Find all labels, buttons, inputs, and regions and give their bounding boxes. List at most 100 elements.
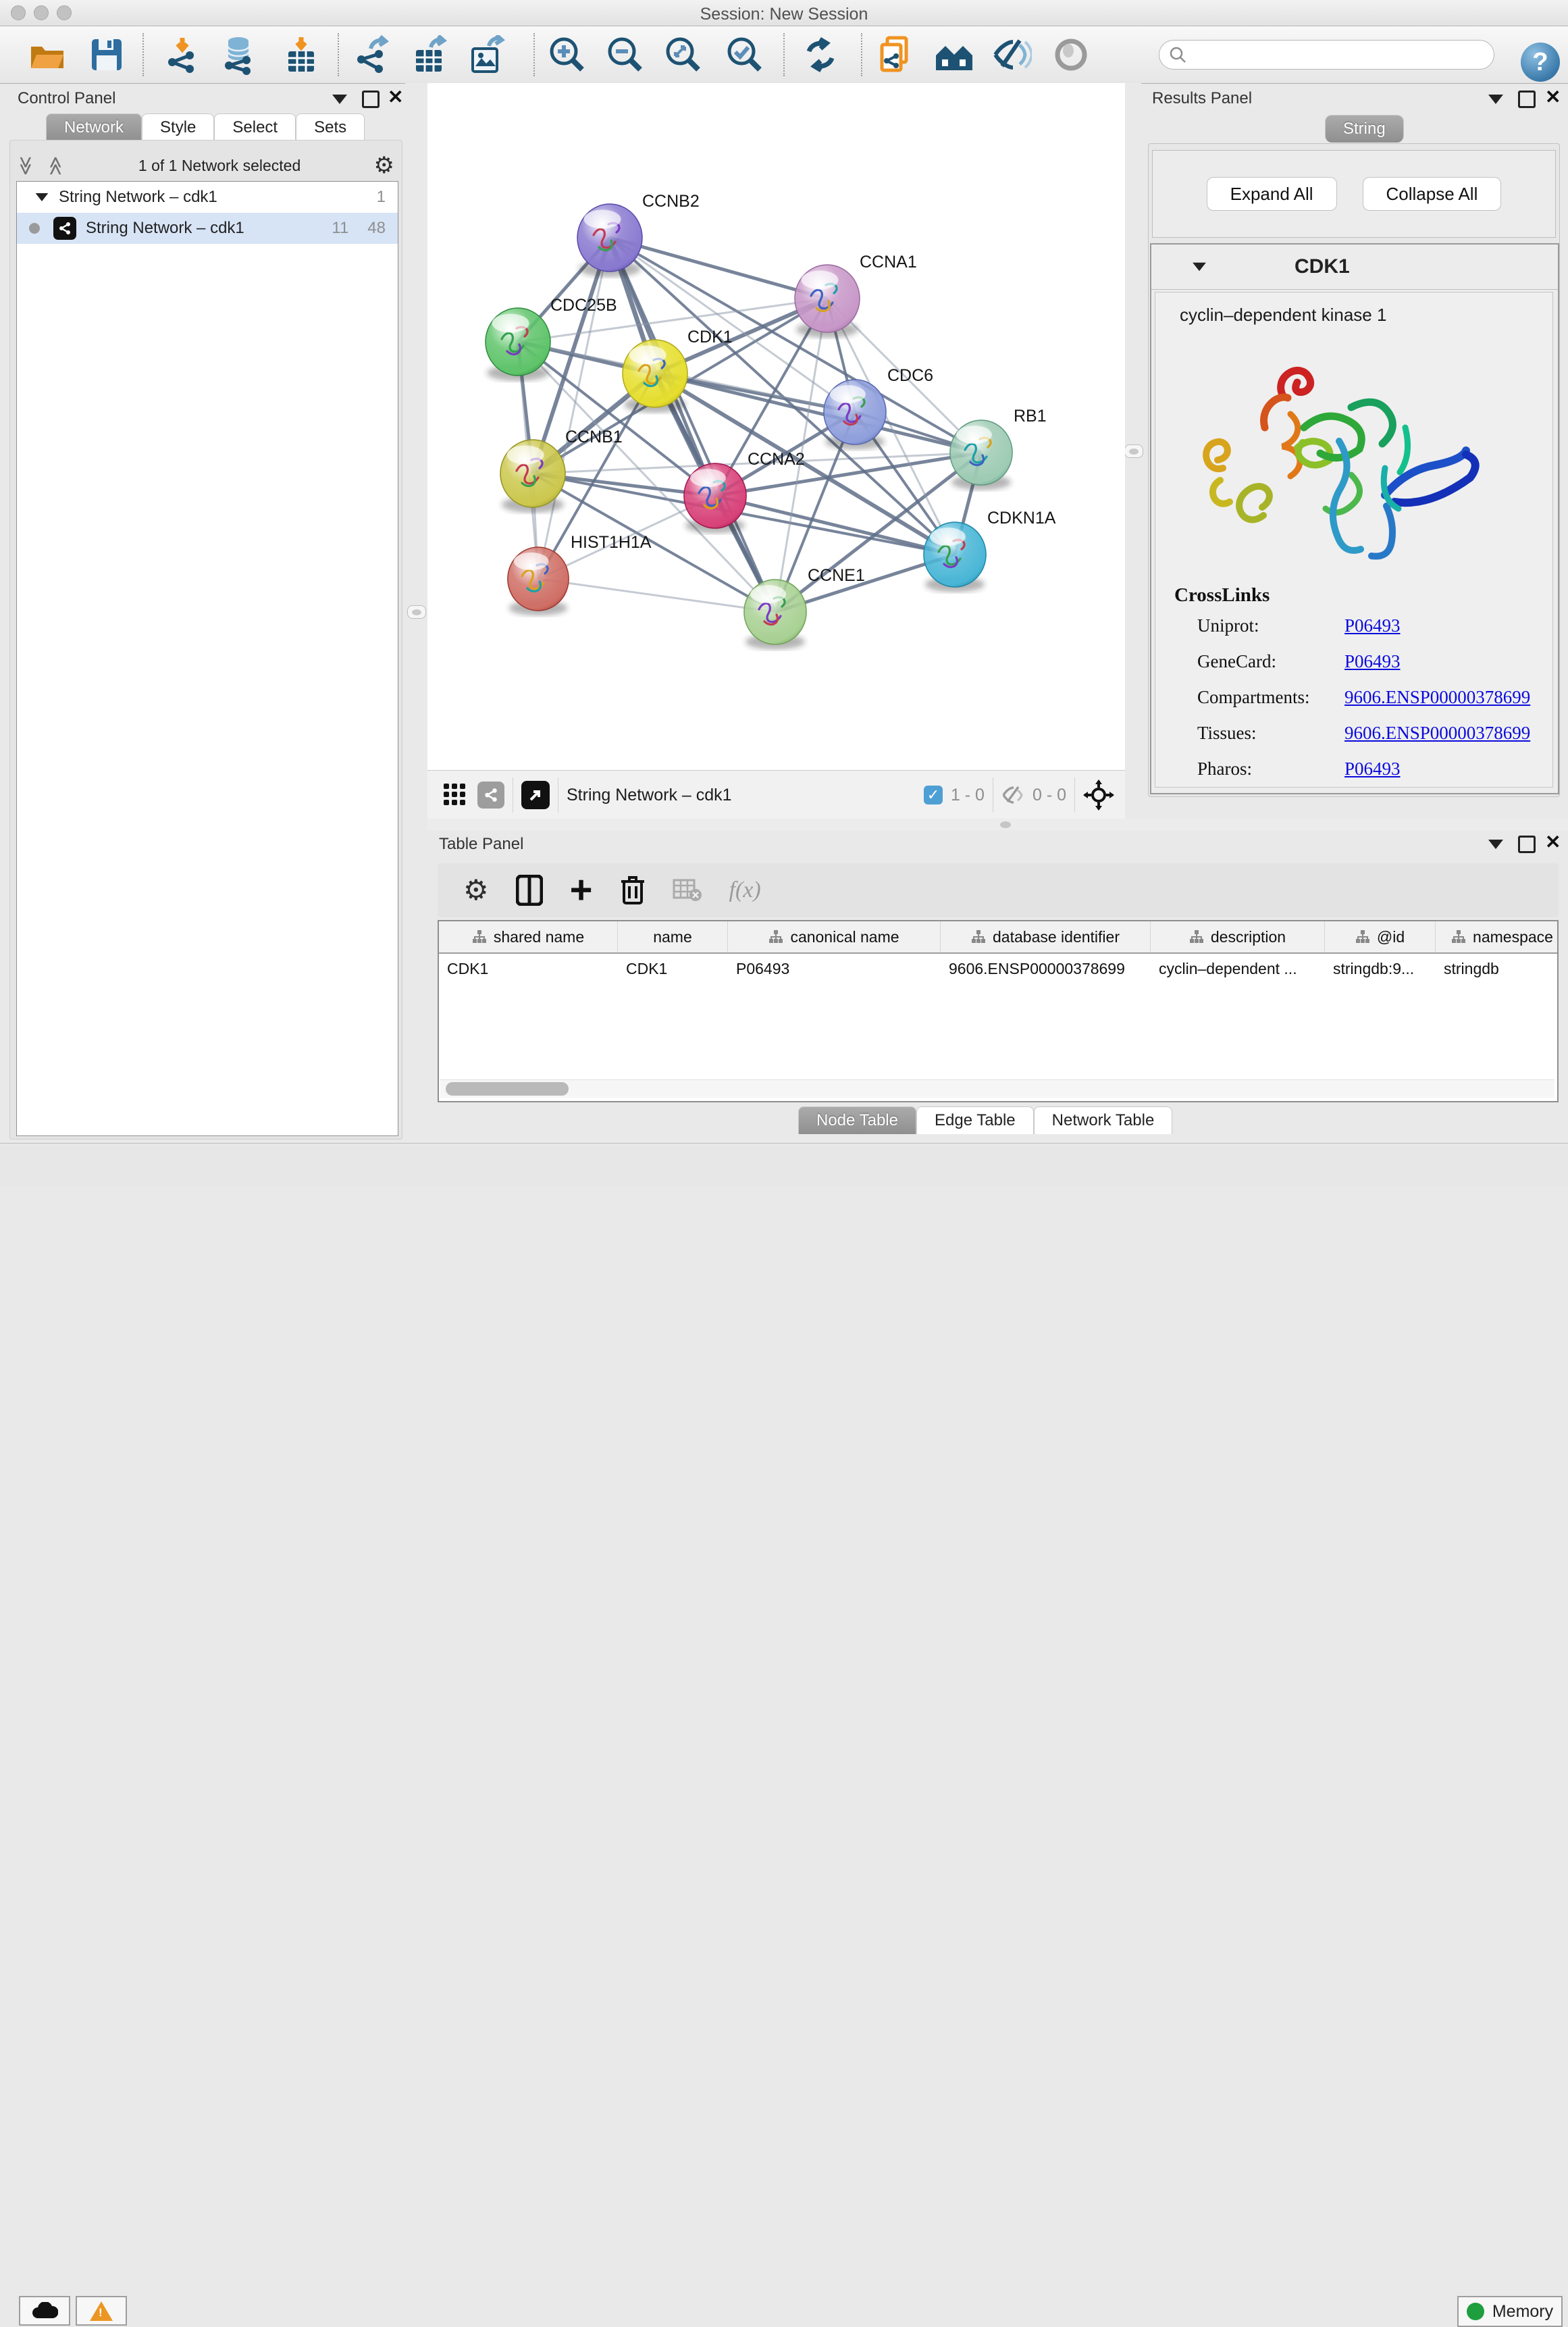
- string-style-icon[interactable]: [477, 782, 504, 809]
- network-node-ccna1[interactable]: [795, 265, 860, 338]
- show-columns-icon[interactable]: [516, 875, 543, 906]
- network-node-ccnb2[interactable]: [577, 204, 642, 277]
- export-table-icon[interactable]: [408, 32, 452, 77]
- network-node-cdc25b[interactable]: [486, 308, 550, 381]
- collapse-all-button[interactable]: Collapse All: [1363, 177, 1502, 211]
- protein-section-header[interactable]: CDK1: [1151, 245, 1558, 290]
- network-node-cdc6[interactable]: [824, 380, 886, 450]
- cloud-button[interactable]: [19, 2296, 70, 2326]
- expand-all-icon[interactable]: ≫: [44, 155, 66, 175]
- results-panel-menu-icon[interactable]: [1488, 95, 1503, 107]
- right-splitter[interactable]: [1125, 83, 1141, 770]
- table-cell[interactable]: P06493: [728, 954, 941, 983]
- import-table-icon[interactable]: [279, 32, 323, 77]
- crosslink-link[interactable]: P06493: [1344, 651, 1401, 672]
- crosslink-link[interactable]: 9606.ENSP00000378699: [1344, 723, 1530, 744]
- results-panel-float-icon[interactable]: [1518, 91, 1536, 111]
- pan-crosshair-icon[interactable]: [1083, 779, 1114, 811]
- save-session-icon[interactable]: [84, 32, 129, 77]
- table-row[interactable]: CDK1CDK1P064939606.ENSP00000378699cyclin…: [439, 954, 1557, 983]
- tab-string[interactable]: String: [1325, 115, 1404, 143]
- tree-collapse-icon[interactable]: [36, 193, 49, 201]
- table-hscroll-thumb[interactable]: [446, 1082, 569, 1096]
- collapse-all-icon[interactable]: ≫: [15, 155, 37, 175]
- selected-checkbox-icon[interactable]: ✓: [924, 786, 943, 804]
- column-header-database-identifier[interactable]: database identifier: [941, 921, 1151, 952]
- horizontal-splitter[interactable]: [427, 819, 1568, 831]
- warnings-button[interactable]: [76, 2296, 127, 2326]
- right-splitter-handle[interactable]: [1124, 444, 1143, 458]
- column-header-description[interactable]: description: [1151, 921, 1325, 952]
- table-cell[interactable]: cyclin–dependent ...: [1151, 954, 1325, 983]
- network-node-hist1h1a[interactable]: [508, 547, 569, 615]
- column-header-id[interactable]: @id: [1325, 921, 1436, 952]
- table-cell[interactable]: 9606.ENSP00000378699: [941, 954, 1151, 983]
- network-graph[interactable]: CCNB2CCNA1CDC25BCDK1CDC6RB1CCNB1CCNA2CDK…: [427, 83, 1125, 770]
- crosslink-link[interactable]: P06493: [1344, 615, 1401, 636]
- network-node-ccnb1[interactable]: [500, 440, 565, 513]
- neighborhood-icon[interactable]: [933, 32, 977, 77]
- fit-content-icon[interactable]: [661, 32, 706, 77]
- control-panel-float-icon[interactable]: [362, 91, 380, 111]
- hide-graphics-icon[interactable]: [990, 32, 1035, 77]
- import-database-icon[interactable]: [216, 32, 261, 77]
- protein-collapse-icon[interactable]: [1193, 263, 1206, 272]
- tab-style[interactable]: Style: [142, 113, 214, 141]
- memory-button[interactable]: Memory: [1457, 2296, 1563, 2327]
- zoom-out-icon[interactable]: [603, 32, 648, 77]
- tab-network-table[interactable]: Network Table: [1034, 1106, 1173, 1134]
- column-header-name[interactable]: name: [618, 921, 728, 952]
- open-in-window-icon[interactable]: [521, 781, 550, 809]
- zoom-selected-icon[interactable]: [723, 32, 767, 77]
- add-column-icon[interactable]: +: [570, 877, 593, 904]
- tab-edge-table[interactable]: Edge Table: [916, 1106, 1034, 1134]
- table-hscrollbar[interactable]: [440, 1079, 1554, 1098]
- left-splitter[interactable]: [405, 83, 427, 770]
- network-node-cdkn1a[interactable]: [924, 522, 986, 592]
- left-splitter-handle[interactable]: [407, 605, 426, 619]
- network-tree-root-row[interactable]: String Network – cdk1 1: [17, 182, 398, 213]
- duplicate-network-icon[interactable]: [875, 32, 920, 77]
- import-network-icon[interactable]: [160, 32, 205, 77]
- control-panel-menu-icon[interactable]: [332, 95, 347, 107]
- network-node-ccne1[interactable]: [744, 580, 806, 650]
- network-node-ccna2[interactable]: [684, 463, 746, 534]
- search-input[interactable]: [1192, 45, 1478, 64]
- table-cell[interactable]: stringdb: [1436, 954, 1559, 983]
- tab-sets[interactable]: Sets: [296, 113, 365, 141]
- birdseye-grid-icon[interactable]: [442, 782, 468, 808]
- export-network-icon[interactable]: [350, 32, 395, 77]
- table-cell[interactable]: CDK1: [439, 954, 618, 983]
- network-edge-ccne1-hist1h1a[interactable]: [538, 579, 775, 612]
- tab-network[interactable]: Network: [46, 113, 142, 141]
- horizontal-splitter-handle[interactable]: [1000, 821, 1011, 828]
- network-node-cdk1[interactable]: [623, 340, 687, 413]
- network-edge-ccnb2-hist1h1a[interactable]: [538, 238, 610, 579]
- column-header-shared-name[interactable]: shared name: [439, 921, 618, 952]
- graphics-details-icon[interactable]: [1049, 32, 1093, 77]
- open-session-icon[interactable]: [25, 32, 70, 77]
- crosslink-link[interactable]: 9606.ENSP00000378699: [1344, 687, 1530, 708]
- table-panel-float-icon[interactable]: [1518, 836, 1536, 856]
- table-panel-menu-icon[interactable]: [1488, 840, 1503, 852]
- table-options-gear-icon[interactable]: ⚙: [463, 879, 489, 902]
- table-panel-close-icon[interactable]: ✕: [1545, 836, 1561, 849]
- results-panel-close-icon[interactable]: ✕: [1545, 91, 1561, 104]
- help-button[interactable]: ?: [1521, 43, 1560, 82]
- column-header-canonical-name[interactable]: canonical name: [728, 921, 941, 952]
- control-panel-close-icon[interactable]: ✕: [388, 91, 403, 104]
- table-cell[interactable]: stringdb:9...: [1325, 954, 1436, 983]
- table-cell[interactable]: CDK1: [618, 954, 728, 983]
- network-canvas[interactable]: CCNB2CCNA1CDC25BCDK1CDC6RB1CCNB1CCNA2CDK…: [427, 83, 1125, 770]
- network-node-rb1[interactable]: [950, 420, 1012, 490]
- network-tree-item-row[interactable]: String Network – cdk1 11 48: [17, 213, 398, 244]
- export-image-icon[interactable]: [465, 32, 509, 77]
- apply-layout-icon[interactable]: [798, 32, 843, 77]
- zoom-in-icon[interactable]: [545, 32, 590, 77]
- expand-all-button[interactable]: Expand All: [1207, 177, 1337, 211]
- delete-column-icon[interactable]: [620, 875, 646, 906]
- network-edge-ccnb2-ccne1[interactable]: [610, 238, 775, 612]
- tab-select[interactable]: Select: [214, 113, 296, 141]
- network-options-gear-icon[interactable]: ⚙: [374, 154, 394, 177]
- tab-node-table[interactable]: Node Table: [798, 1106, 916, 1134]
